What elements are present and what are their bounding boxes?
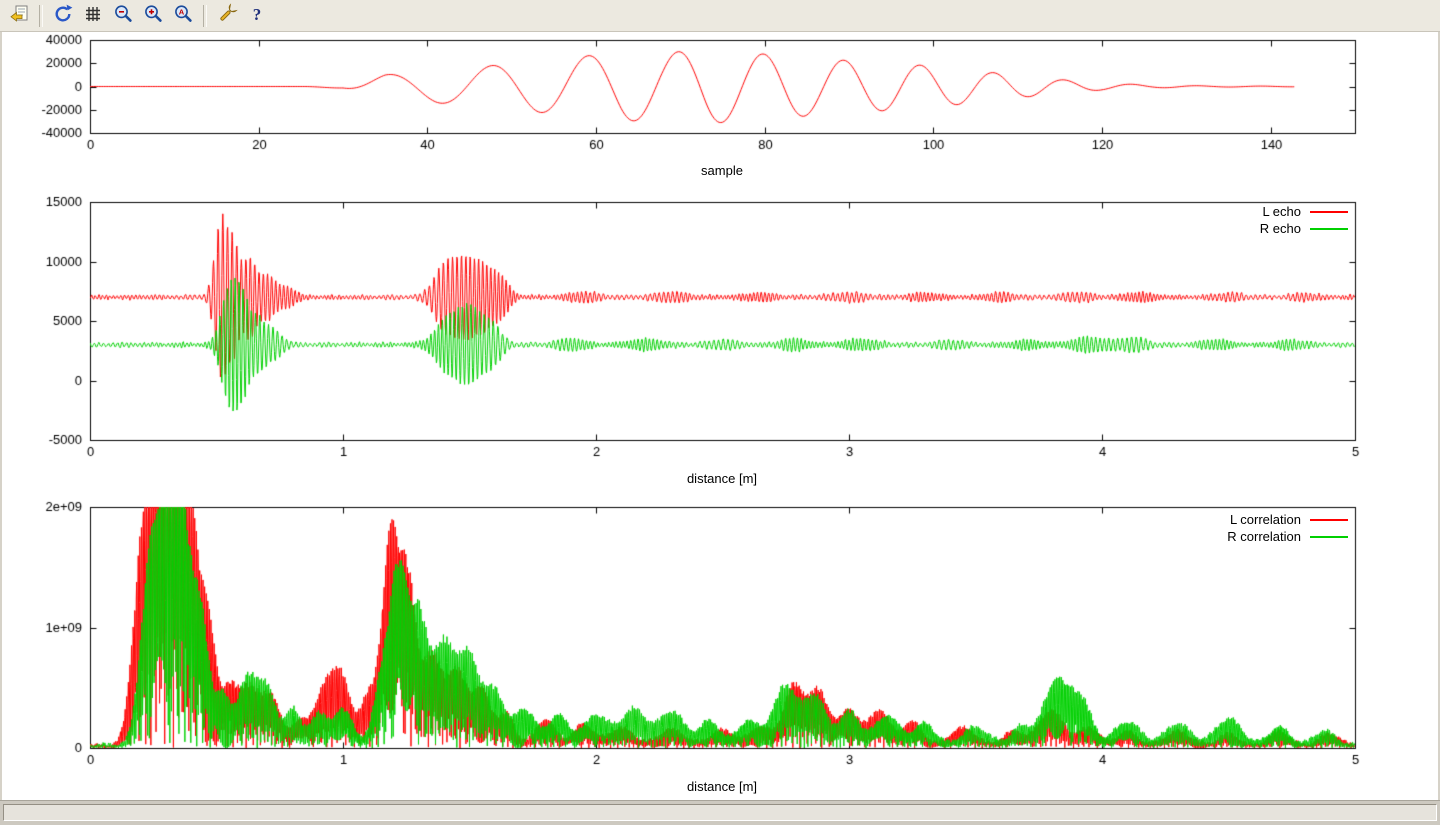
status-text bbox=[3, 804, 1437, 821]
gnuplot-window: A ? sample distan bbox=[0, 0, 1440, 825]
legend-chart3: L correlation R correlation bbox=[1227, 511, 1348, 545]
toolbar: A ? bbox=[0, 0, 1440, 32]
x-axis-label-chart1: sample bbox=[572, 163, 872, 178]
autoscale-button[interactable]: A bbox=[169, 3, 197, 29]
legend-item: L echo bbox=[1260, 203, 1348, 220]
magnifier-plus-icon bbox=[142, 3, 164, 28]
plot-area-canvas[interactable] bbox=[0, 0, 1440, 800]
legend-label: L correlation bbox=[1230, 512, 1301, 527]
toolbar-separator bbox=[39, 5, 43, 27]
help-icon: ? bbox=[246, 3, 268, 28]
legend-label: R echo bbox=[1260, 221, 1301, 236]
replot-button[interactable] bbox=[49, 3, 77, 29]
legend-item: L correlation bbox=[1227, 511, 1348, 528]
legend-item: R echo bbox=[1260, 220, 1348, 237]
grid-icon bbox=[82, 3, 104, 28]
help-button[interactable]: ? bbox=[243, 3, 271, 29]
legend-chart2: L echo R echo bbox=[1260, 203, 1348, 237]
legend-line-swatch bbox=[1310, 228, 1348, 230]
zoom-next-button[interactable] bbox=[139, 3, 167, 29]
legend-item: R correlation bbox=[1227, 528, 1348, 545]
svg-text:?: ? bbox=[253, 5, 262, 24]
toolbar-separator bbox=[203, 5, 207, 27]
configure-button[interactable] bbox=[213, 3, 241, 29]
window-frame-left bbox=[0, 32, 2, 800]
legend-line-swatch bbox=[1310, 536, 1348, 538]
wrench-icon bbox=[216, 3, 238, 28]
svg-text:A: A bbox=[179, 7, 185, 16]
toggle-grid-button[interactable] bbox=[79, 3, 107, 29]
refresh-icon bbox=[52, 3, 74, 28]
legend-line-swatch bbox=[1310, 211, 1348, 213]
legend-label: L echo bbox=[1262, 204, 1301, 219]
zoom-previous-button[interactable] bbox=[109, 3, 137, 29]
clipboard-icon bbox=[8, 3, 30, 28]
magnifier-autoscale-icon: A bbox=[172, 3, 194, 28]
x-axis-label-chart2: distance [m] bbox=[572, 471, 872, 486]
status-bar bbox=[0, 800, 1440, 825]
x-axis-label-chart3: distance [m] bbox=[572, 779, 872, 794]
magnifier-minus-icon bbox=[112, 3, 134, 28]
legend-line-swatch bbox=[1310, 519, 1348, 521]
legend-label: R correlation bbox=[1227, 529, 1301, 544]
copy-to-clipboard-button[interactable] bbox=[5, 3, 33, 29]
